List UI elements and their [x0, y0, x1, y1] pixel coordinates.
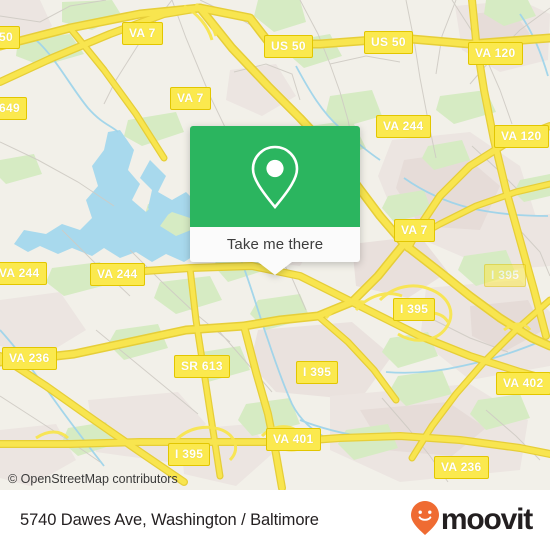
address-label: 5740 Dawes Ave, Washington / Baltimore [20, 510, 319, 529]
road-shield-label: VA 120 [494, 125, 549, 148]
road-shield-label: VA 244 [0, 262, 47, 285]
road-shield-label: 649 [0, 97, 27, 120]
moovit-pin-icon [410, 500, 440, 541]
map-attribution[interactable]: © OpenStreetMap contributors [8, 472, 178, 486]
road-shield-label: 50 [0, 26, 20, 49]
road-shield-label: VA 7 [122, 22, 163, 45]
moovit-map-screen: 50 VA 7 US 50 US 50 VA 120 VA 7 VA 244 VA 120 64… [0, 0, 550, 550]
road-shield-label: I 395 [484, 264, 527, 287]
road-shield-label: SR 613 [174, 355, 230, 378]
road-shield-label: I 395 [296, 361, 339, 384]
take-me-there-button[interactable]: Take me there [190, 227, 360, 262]
road-shield-label: VA 120 [468, 42, 523, 65]
road-shield-label: I 395 [168, 443, 211, 466]
location-popup-card[interactable]: Take me there [190, 126, 360, 275]
road-shield-label: VA 236 [2, 347, 57, 370]
road-shield-label: US 50 [264, 35, 313, 58]
road-shield-label: VA 244 [376, 115, 431, 138]
popup-pointer [258, 262, 292, 275]
road-shield-label: VA 244 [90, 263, 145, 286]
road-shield-label: I 395 [393, 298, 436, 321]
moovit-wordmark: moovit [440, 503, 533, 536]
road-shield-label: VA 7 [170, 87, 211, 110]
road-shield-label: VA 401 [266, 428, 321, 451]
road-shield-label: VA 236 [434, 456, 489, 479]
popup-image-panel [190, 126, 360, 227]
map-pin-icon [248, 144, 302, 210]
road-shield-label: US 50 [364, 31, 413, 54]
road-shield-label: VA 402 [496, 372, 550, 395]
bottom-info-bar: 5740 Dawes Ave, Washington / Baltimore m… [0, 490, 550, 550]
moovit-logo[interactable]: moovit [410, 500, 533, 541]
road-shield-label: VA 7 [394, 219, 435, 242]
map-canvas[interactable]: 50 VA 7 US 50 US 50 VA 120 VA 7 VA 244 VA 120 64… [0, 0, 550, 490]
